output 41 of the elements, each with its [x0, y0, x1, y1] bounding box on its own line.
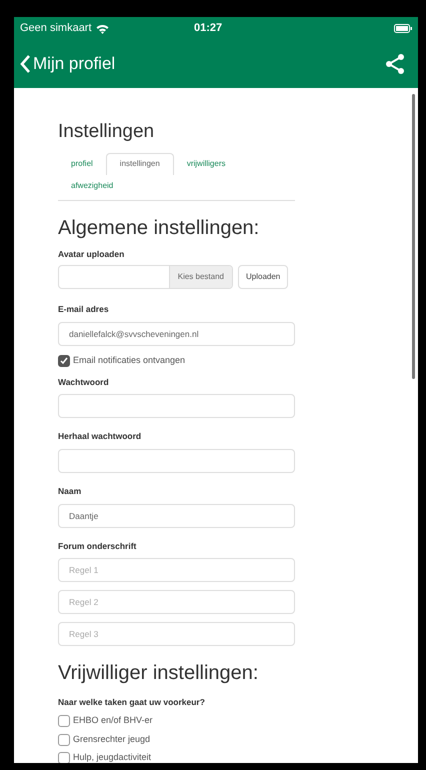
field-label: E-mail adres [58, 303, 110, 316]
input-field[interactable]: Regel 1 [58, 558, 295, 582]
choose-file-label: Kies bestand [168, 266, 232, 288]
checkbox-label: Email notificaties ontvangen [73, 354, 186, 367]
carrier-label: Geen simkaart [20, 21, 92, 36]
field-label: Naam [58, 485, 82, 498]
input-field[interactable]: Regel 3 [58, 622, 295, 646]
clock-time: 01:27 [194, 21, 222, 36]
checkbox[interactable] [58, 752, 70, 763]
back-button[interactable]: Mijn profiel [20, 51, 116, 77]
input-field[interactable]: Daantje [58, 504, 295, 528]
input-field[interactable] [58, 449, 295, 473]
checkbox[interactable] [58, 354, 70, 367]
input-field[interactable]: Regel 2 [58, 590, 295, 614]
chevron-left-icon [20, 55, 31, 73]
file-input[interactable]: Kies bestand [58, 265, 233, 290]
share-button[interactable] [386, 54, 404, 74]
section-heading: Algemene instellingen: [58, 216, 260, 240]
page-title: Instellingen [58, 120, 156, 144]
field-label: Forum onderschrift [58, 540, 138, 552]
upload-button[interactable]: Uploaden [238, 265, 288, 290]
field-label: Herhaal wachtwoord [58, 430, 142, 443]
tab[interactable]: profiel [58, 152, 106, 174]
input-field[interactable] [58, 394, 295, 418]
checkbox-label: Grensrechter jeugd [73, 732, 150, 746]
tab[interactable]: instellingen [106, 152, 174, 174]
checkmark-icon [60, 356, 68, 365]
wifi-icon [96, 24, 109, 34]
checkbox-label: Hulp, jeugdactiviteit [73, 751, 152, 763]
share-icon [386, 54, 404, 74]
battery-icon [394, 24, 412, 33]
field-label: Naar welke taken gaat uw voorkeur? [58, 696, 206, 708]
checkbox[interactable] [58, 715, 70, 727]
tab[interactable]: afwezigheid [58, 174, 126, 196]
checkbox-label: EHBO en/of BHV-er [73, 714, 153, 728]
input-field[interactable]: daniellefalck@svvscheveningen.nl [58, 322, 295, 346]
checkbox[interactable] [58, 734, 70, 746]
field-label: Wachtwoord [58, 376, 110, 388]
section-heading: Vrijwilliger instellingen: [58, 660, 260, 686]
tab[interactable]: vrijwilligers [174, 152, 238, 174]
field-label: Avatar uploaden [58, 248, 126, 260]
